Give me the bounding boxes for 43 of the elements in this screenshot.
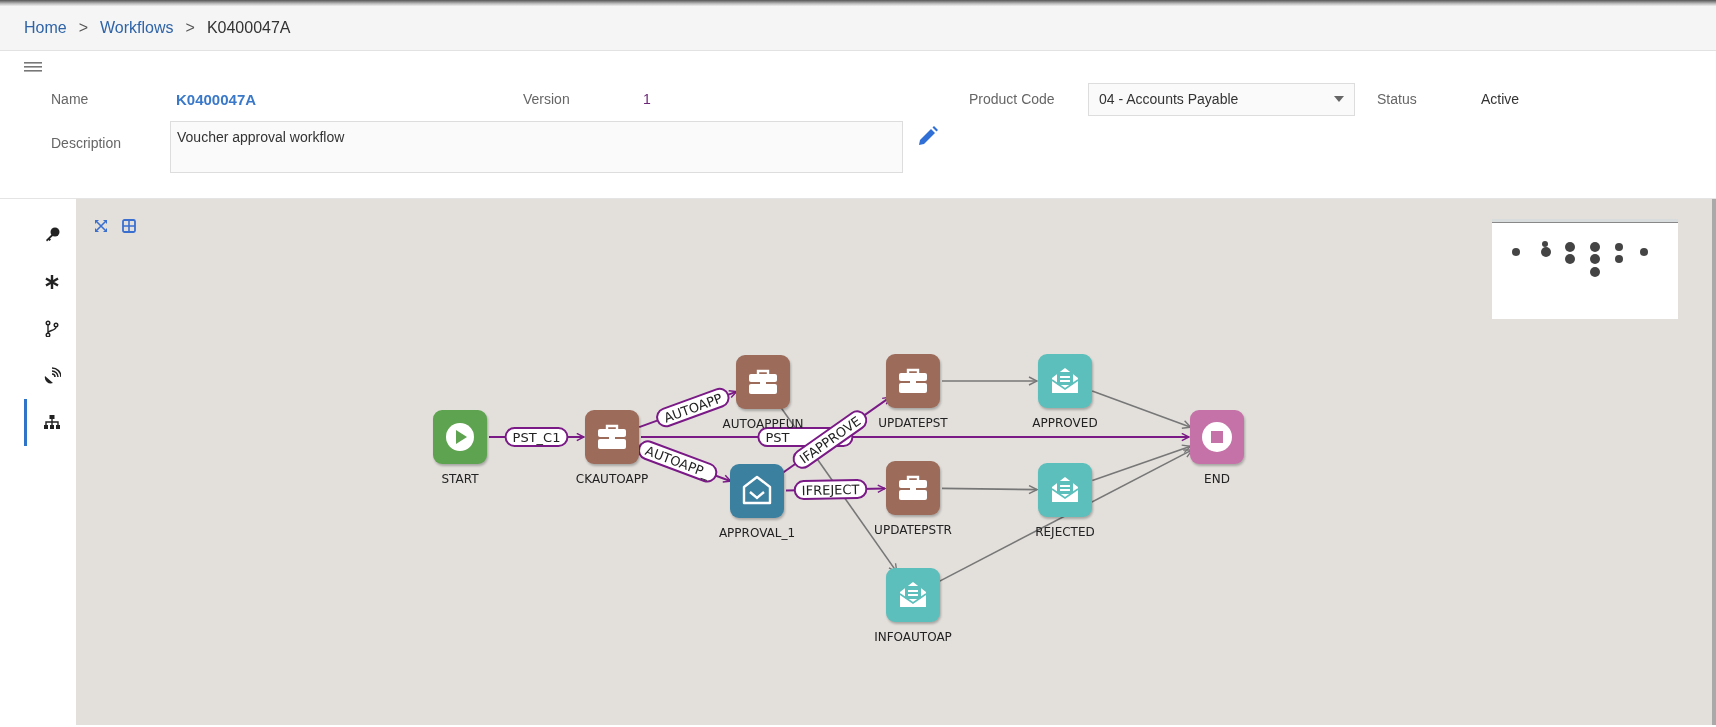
field-label: Version xyxy=(523,91,571,107)
task-node[interactable] xyxy=(886,354,940,408)
node-label: APPROVAL_1 xyxy=(718,526,796,540)
minimap-drawing[interactable] xyxy=(1492,219,1678,319)
status-value: Active xyxy=(1481,91,1520,107)
notification-node[interactable] xyxy=(1038,463,1092,517)
node-label: APPROVED xyxy=(1032,416,1098,430)
breadcrumb-link[interactable]: Workflows xyxy=(100,19,174,37)
workflow-name: K0400047A xyxy=(176,90,258,108)
approval-node[interactable] xyxy=(730,464,784,518)
fit-screen-icon[interactable] xyxy=(94,219,108,233)
transition-label[interactable]: IFREJECT xyxy=(793,478,868,501)
breadcrumb-link[interactable]: Home xyxy=(24,19,67,37)
breadcrumb-current: K0400047A xyxy=(206,19,291,37)
node-label: START xyxy=(441,472,479,486)
notification-node[interactable] xyxy=(886,568,940,622)
breadcrumb-separator: > xyxy=(185,19,195,37)
sitemap-icon xyxy=(42,414,61,431)
menu-icon[interactable] xyxy=(24,61,42,73)
task-node[interactable] xyxy=(886,461,940,515)
end-node[interactable] xyxy=(1190,410,1244,464)
product-code-dropdown[interactable]: 04 - Accounts Payable xyxy=(1088,82,1355,116)
edit-icon[interactable] xyxy=(917,125,939,147)
node-label: UPDATEPSTR xyxy=(874,523,952,537)
field-label: Name xyxy=(51,91,90,107)
start-node[interactable] xyxy=(433,410,487,464)
field-label: Status xyxy=(1377,91,1418,107)
asterisk-icon xyxy=(42,273,61,290)
breadcrumb-separator: > xyxy=(78,19,89,37)
notification-node[interactable] xyxy=(1038,354,1092,408)
description-field[interactable]: Voucher approval workflow xyxy=(170,121,903,173)
grid-icon[interactable] xyxy=(122,219,136,233)
version-value: 1 xyxy=(643,91,652,107)
transition-label[interactable]: PST_C1 xyxy=(504,427,569,447)
field-label: Description xyxy=(51,135,123,151)
node-label: INFOAUTOAP xyxy=(874,630,952,644)
satellite-dish-icon xyxy=(42,367,61,384)
task-node[interactable] xyxy=(585,410,639,464)
task-node[interactable] xyxy=(736,355,790,409)
node-label: END xyxy=(1204,472,1230,486)
field-label: Product Code xyxy=(969,91,1056,107)
caret-icon xyxy=(1334,96,1344,102)
node-label: REJECTED xyxy=(1035,525,1095,539)
